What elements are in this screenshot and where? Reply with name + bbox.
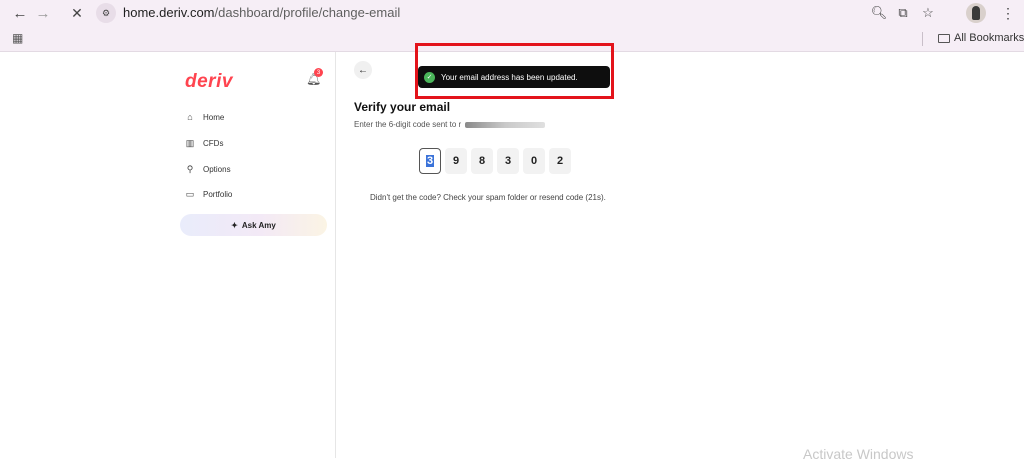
code-digit-2[interactable]: 9 bbox=[445, 148, 467, 174]
bookmark-star-icon[interactable]: ☆ bbox=[918, 3, 938, 23]
activate-windows-watermark: Activate Windows bbox=[803, 446, 914, 462]
apps-grid-icon[interactable]: ▦ bbox=[12, 31, 23, 45]
back-arrow-icon[interactable]: ← bbox=[9, 2, 31, 24]
stop-loading-icon[interactable]: ✕ bbox=[66, 2, 88, 24]
browser-toolbar: ← → ✕ ⚙ home.deriv.com/dashboard/profile… bbox=[0, 0, 1024, 26]
sidebar-item-label: Portfolio bbox=[203, 190, 233, 199]
deriv-logo[interactable]: deriv bbox=[185, 71, 233, 93]
cast-icon[interactable]: ⧉ bbox=[893, 3, 913, 23]
sidebar-item-portfolio[interactable]: ▭ Portfolio bbox=[185, 189, 233, 200]
page-title: Verify your email bbox=[354, 100, 451, 114]
verification-code-input[interactable]: 3 9 8 3 0 2 bbox=[419, 148, 571, 174]
redacted-email bbox=[465, 121, 546, 128]
notification-badge: 3 bbox=[314, 68, 323, 77]
code-instructions-text: Enter the 6-digit code sent to r bbox=[354, 120, 462, 129]
sidebar-item-label: CFDs bbox=[203, 139, 224, 148]
left-arrow-icon: ← bbox=[358, 64, 368, 76]
main-content: ← Verify your email Enter the 6-digit co… bbox=[337, 52, 1024, 458]
forward-arrow-icon[interactable]: → bbox=[32, 2, 54, 24]
site-info-icon[interactable]: ⚙ bbox=[96, 3, 116, 23]
bookmarks-divider bbox=[922, 32, 923, 46]
back-button[interactable]: ← bbox=[354, 61, 372, 79]
url-host: home.deriv.com bbox=[123, 5, 215, 20]
toast-message: Your email address has been updated. bbox=[441, 72, 578, 82]
portfolio-icon: ▭ bbox=[185, 189, 195, 199]
sidebar: deriv 🔔︎ 3 ⌂ Home ▥ CFDs ⚲ Options ▭ Por… bbox=[167, 52, 336, 458]
sidebar-item-label: Home bbox=[203, 112, 225, 122]
sidebar-item-home[interactable]: ⌂ Home bbox=[185, 112, 224, 122]
options-icon: ⚲ bbox=[186, 164, 194, 174]
address-bar[interactable]: home.deriv.com/dashboard/profile/change-… bbox=[123, 5, 400, 20]
url-path: /dashboard/profile/change-email bbox=[214, 5, 401, 20]
profile-avatar[interactable] bbox=[966, 3, 986, 23]
code-digit-6[interactable]: 2 bbox=[549, 148, 571, 174]
success-toast: ✓ Your email address has been updated. bbox=[418, 66, 610, 88]
all-bookmarks-button[interactable]: All Bookmarks bbox=[938, 32, 1024, 44]
ask-amy-button[interactable]: ✦ Ask Amy bbox=[180, 214, 327, 236]
chart-icon: ▥ bbox=[185, 138, 195, 148]
code-digit-5[interactable]: 0 bbox=[523, 148, 545, 174]
sparkle-icon: ✦ bbox=[231, 220, 238, 230]
zoom-icon[interactable]: 🔍︎ bbox=[869, 3, 889, 23]
ask-amy-label: Ask Amy bbox=[241, 220, 276, 230]
folder-icon bbox=[938, 33, 950, 43]
code-digit-1[interactable]: 3 bbox=[419, 148, 441, 174]
code-digit-4[interactable]: 3 bbox=[497, 148, 519, 174]
all-bookmarks-label: All Bookmarks bbox=[954, 32, 1024, 44]
check-circle-icon: ✓ bbox=[424, 71, 435, 83]
code-digit-3[interactable]: 8 bbox=[471, 148, 493, 174]
code-instructions: Enter the 6-digit code sent to r bbox=[354, 120, 546, 129]
sidebar-item-label: Options bbox=[203, 165, 231, 174]
menu-kebab-icon[interactable]: ⋮ bbox=[998, 3, 1018, 23]
sidebar-item-options[interactable]: ⚲ Options bbox=[185, 164, 231, 175]
home-icon: ⌂ bbox=[187, 112, 193, 122]
sidebar-item-cfds[interactable]: ▥ CFDs bbox=[185, 138, 224, 149]
resend-code-text[interactable]: Didn't get the code? Check your spam fol… bbox=[370, 193, 606, 202]
